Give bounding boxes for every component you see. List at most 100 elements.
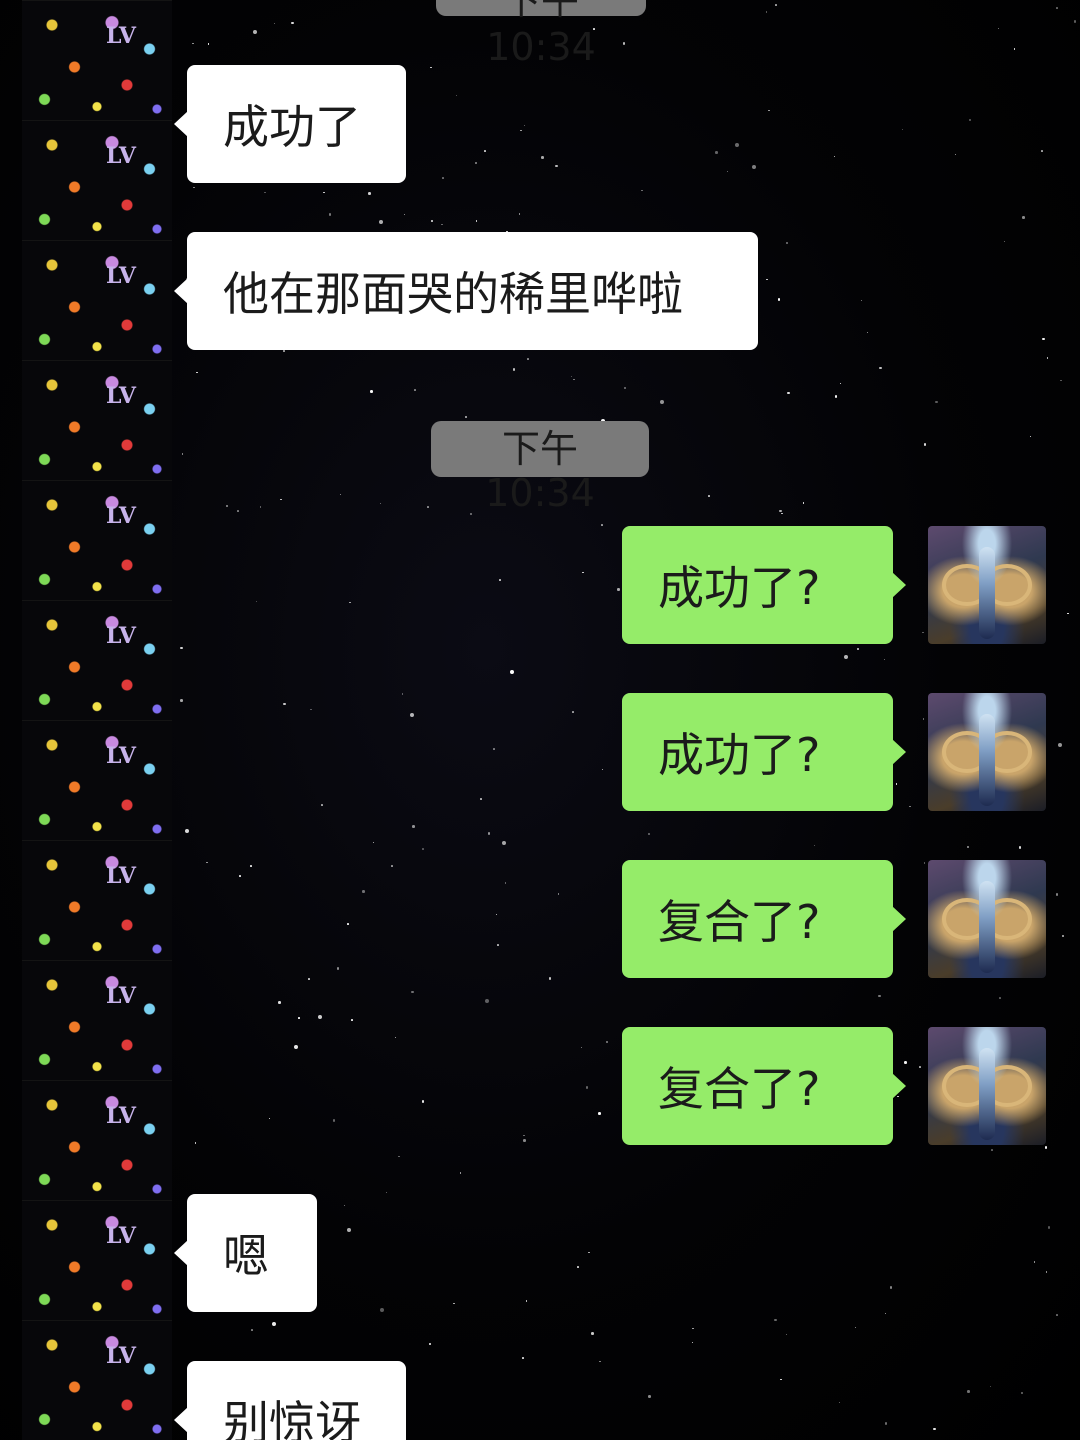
- star-dot: [901, 128, 904, 131]
- star-dot: [349, 601, 351, 604]
- avatar-right[interactable]: [928, 693, 1046, 811]
- message-outgoing[interactable]: 复合了?: [622, 860, 906, 978]
- star-dot: [935, 400, 938, 404]
- lv-logo-icon: LV: [106, 143, 136, 169]
- avatar-left[interactable]: LV: [22, 600, 172, 721]
- message-outgoing[interactable]: 复合了?: [622, 1027, 906, 1145]
- star-dot: [866, 331, 869, 334]
- star-dot: [548, 977, 552, 980]
- star-dot: [1047, 1226, 1051, 1229]
- star-dot: [843, 654, 848, 659]
- star-dot: [184, 828, 189, 833]
- avatar-left[interactable]: LV: [22, 120, 172, 241]
- star-dot: [398, 1155, 400, 1158]
- star-dot: [280, 498, 282, 501]
- lv-logo-icon: LV: [106, 983, 136, 1009]
- star-dot: [879, 366, 882, 370]
- avatar-left[interactable]: LV: [22, 240, 172, 361]
- star-dot: [336, 967, 340, 970]
- star-dot: [1020, 1391, 1023, 1395]
- avatar-right[interactable]: [928, 526, 1046, 644]
- star-dot: [802, 502, 805, 504]
- avatar-right[interactable]: [928, 860, 1046, 978]
- avatar-left[interactable]: LV: [22, 960, 172, 1081]
- message-incoming[interactable]: 他在那面哭的稀里哗啦: [174, 232, 758, 350]
- star-dot: [523, 1139, 526, 1142]
- star-dot: [422, 848, 424, 850]
- star-dot: [889, 1286, 893, 1289]
- message-incoming[interactable]: 别惊讶: [174, 1361, 406, 1440]
- star-dot: [833, 155, 836, 158]
- avatar-left[interactable]: LV: [22, 1200, 172, 1321]
- star-dot: [193, 186, 195, 189]
- star-dot: [278, 1001, 281, 1004]
- star-dot: [502, 840, 506, 845]
- avatar-left[interactable]: LV: [22, 840, 172, 961]
- star-dot: [573, 378, 575, 381]
- star-dot: [237, 510, 239, 512]
- avatar-left[interactable]: LV: [22, 1080, 172, 1201]
- star-dot: [751, 164, 756, 169]
- star-dot: [523, 124, 526, 127]
- avatar-right[interactable]: [928, 1027, 1046, 1145]
- avatar-left[interactable]: LV: [22, 720, 172, 841]
- avatar-left[interactable]: LV: [22, 0, 172, 121]
- star-dot: [1022, 216, 1025, 219]
- star-dot: [497, 944, 499, 946]
- star-dot: [518, 213, 521, 215]
- star-dot: [1060, 379, 1062, 382]
- star-dot: [308, 978, 310, 980]
- star-dot: [883, 658, 886, 661]
- chat-screen: 下午10:34 LV LV LV LV LV LV LV LV LV LV LV…: [0, 0, 1080, 1440]
- star-dot: [692, 1327, 694, 1330]
- figure-icon: [979, 547, 995, 640]
- star-dot: [239, 875, 241, 877]
- star-dot: [774, 1318, 777, 1322]
- star-dot: [298, 1017, 300, 1019]
- star-dot: [904, 1061, 907, 1064]
- star-dot: [605, 1040, 609, 1043]
- star-dot: [599, 1360, 601, 1363]
- message-outgoing[interactable]: 成功了?: [622, 526, 906, 644]
- star-dot: [318, 1014, 323, 1019]
- star-dot: [368, 192, 371, 195]
- star-dot: [310, 708, 312, 711]
- star-dot: [779, 509, 782, 513]
- star-dot: [708, 495, 710, 497]
- star-dot: [541, 156, 544, 159]
- star-dot: [394, 1036, 397, 1039]
- star-dot: [997, 27, 1000, 30]
- star-dot: [785, 1333, 788, 1336]
- star-dot: [780, 1378, 782, 1381]
- star-dot: [409, 712, 414, 717]
- star-dot: [895, 783, 898, 785]
- message-incoming[interactable]: 嗯: [174, 1194, 317, 1312]
- star-dot: [570, 375, 573, 378]
- star-dot: [522, 1357, 524, 1359]
- lv-logo-icon: LV: [106, 383, 136, 409]
- avatar-left[interactable]: LV: [22, 360, 172, 481]
- star-dot: [1018, 846, 1022, 849]
- star-dot: [968, 118, 972, 122]
- star-dot: [1013, 48, 1016, 50]
- star-dot: [775, 4, 777, 6]
- star-dot: [884, 1312, 887, 1315]
- star-dot: [585, 1086, 589, 1089]
- star-dot: [291, 21, 294, 25]
- star-dot: [660, 400, 665, 405]
- star-dot: [715, 151, 718, 154]
- message-incoming[interactable]: 成功了: [174, 65, 406, 183]
- star-dot: [379, 1308, 384, 1313]
- avatar-left[interactable]: LV: [22, 480, 172, 601]
- message-outgoing[interactable]: 成功了?: [622, 693, 906, 811]
- avatar-left[interactable]: LV: [22, 1320, 172, 1440]
- star-dot: [250, 865, 252, 867]
- star-dot: [527, 358, 529, 360]
- star-dot: [1003, 240, 1006, 243]
- star-dot: [834, 395, 838, 398]
- star-dot: [923, 443, 927, 446]
- star-dot: [591, 1332, 594, 1335]
- star-dot: [379, 502, 382, 504]
- star-dot: [1057, 743, 1062, 748]
- star-dot: [459, 1172, 462, 1174]
